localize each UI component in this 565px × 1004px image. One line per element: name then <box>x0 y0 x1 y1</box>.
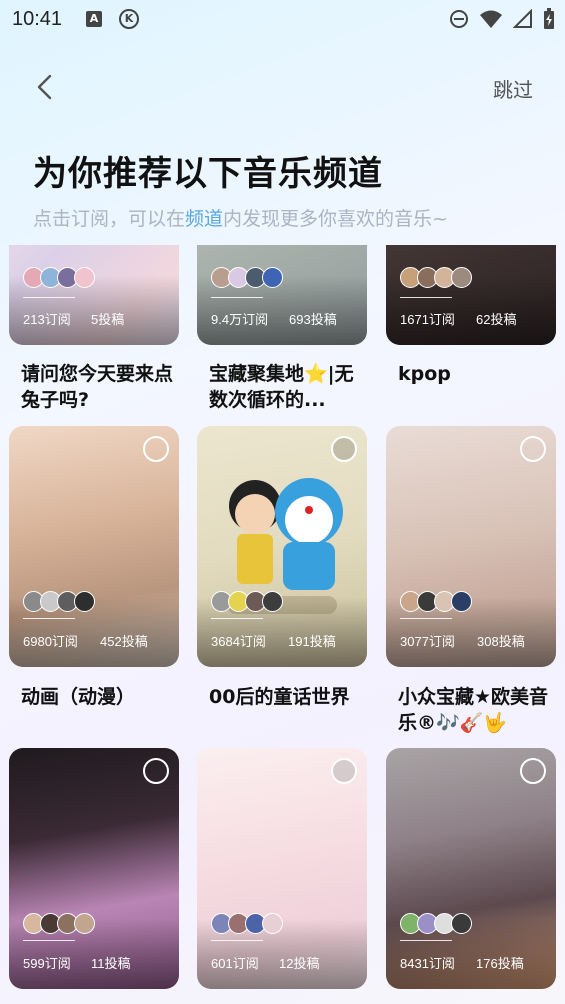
do-not-disturb-icon <box>450 10 468 28</box>
subscriber-count: 9.4万订阅 <box>211 312 269 327</box>
post-count: 11投稿 <box>91 956 131 971</box>
channel-name: 00后的童话世界 <box>209 686 350 708</box>
divider <box>23 618 75 619</box>
subscriber-count: 213订阅 <box>23 312 71 327</box>
back-button[interactable] <box>30 70 60 104</box>
avatar <box>262 267 283 288</box>
subscriber-count: 3077订阅 <box>400 634 455 649</box>
divider <box>23 940 75 941</box>
post-count: 176投稿 <box>476 956 524 971</box>
channel-name: 动画（动漫） <box>21 686 136 708</box>
channel-name: 请问您今天要来点兔子吗? <box>21 363 174 411</box>
channel-name: 宝藏聚集地⭐|无数次循环的... <box>209 363 354 411</box>
divider <box>400 940 452 941</box>
page-subtitle: 点击订阅，可以在频道内发现更多你喜欢的音乐~ <box>33 204 448 231</box>
avatar <box>262 591 283 612</box>
select-checkbox[interactable] <box>143 436 169 462</box>
channel-link[interactable]: 频道 <box>185 208 223 230</box>
channel-cover-image: 9.4万订阅 693投稿 <box>197 245 367 345</box>
divider <box>211 297 263 298</box>
subscriber-avatars <box>400 267 472 288</box>
subscriber-count: 8431订阅 <box>400 956 455 971</box>
post-count: 5投稿 <box>91 312 125 327</box>
signal-icon <box>513 9 532 28</box>
subscriber-avatars <box>211 591 283 612</box>
divider <box>23 297 75 298</box>
wifi-icon <box>480 10 502 28</box>
status-bar: 10:41 A K <box>0 0 565 38</box>
avatar <box>262 913 283 934</box>
subscriber-avatars <box>400 913 472 934</box>
channel-cover-image: 3077订阅 308投稿 <box>386 426 556 667</box>
post-count: 12投稿 <box>279 956 320 971</box>
select-checkbox[interactable] <box>143 758 169 784</box>
select-checkbox[interactable] <box>331 436 357 462</box>
divider <box>400 618 452 619</box>
post-count: 452投稿 <box>100 634 148 649</box>
subscriber-count: 599订阅 <box>23 956 71 971</box>
select-checkbox[interactable] <box>331 758 357 784</box>
channel-cover-image: 8431订阅 176投稿 <box>386 748 556 989</box>
avatar <box>451 913 472 934</box>
subtitle-text-pre: 点击订阅，可以在 <box>33 208 186 230</box>
channel-name: 小众宝藏★欧美音乐®🎶🎸🤟 <box>398 686 549 734</box>
divider <box>211 940 263 941</box>
subscriber-count: 6980订阅 <box>23 634 78 649</box>
page-title: 为你推荐以下音乐频道 <box>33 154 383 194</box>
k-notification-icon: K <box>119 9 139 29</box>
battery-icon <box>544 8 554 29</box>
subscriber-count: 3684订阅 <box>211 634 266 649</box>
subscriber-count: 1671订阅 <box>400 312 455 327</box>
subscriber-avatars <box>23 267 95 288</box>
channel-cover-image: 213订阅 5投稿 <box>9 245 179 345</box>
divider <box>400 297 452 298</box>
select-checkbox[interactable] <box>520 436 546 462</box>
status-icons <box>449 8 555 30</box>
subtitle-text-post: 内发现更多你喜欢的音乐~ <box>223 208 448 230</box>
subscriber-count: 601订阅 <box>211 956 259 971</box>
channel-cover-image: 6980订阅 452投稿 <box>9 426 179 667</box>
post-count: 693投稿 <box>289 312 337 327</box>
status-time: 10:41 <box>12 8 63 30</box>
subscriber-avatars <box>211 913 283 934</box>
avatar <box>451 591 472 612</box>
post-count: 62投稿 <box>476 312 517 327</box>
subscriber-avatars <box>23 913 95 934</box>
channel-cover-image: 601订阅 12投稿 <box>197 748 367 989</box>
post-count: 191投稿 <box>288 634 336 649</box>
subscriber-avatars <box>23 591 95 612</box>
channel-cover-image: 1671订阅 62投稿 <box>386 245 556 345</box>
chevron-left-icon <box>37 74 52 100</box>
select-checkbox[interactable] <box>520 758 546 784</box>
subscriber-avatars <box>400 591 472 612</box>
channel-grid[interactable]: 213订阅 5投稿 请问您今天要来点兔子吗? 9.4万订阅 693投稿 宝藏聚集… <box>0 245 565 1004</box>
post-count: 308投稿 <box>477 634 525 649</box>
avatar <box>74 591 95 612</box>
avatar <box>74 913 95 934</box>
channel-cover-image: 599订阅 11投稿 <box>9 748 179 989</box>
a-notification-icon: A <box>86 11 102 27</box>
channel-cover-image: 3684订阅 191投稿 <box>197 426 367 667</box>
divider <box>211 618 263 619</box>
avatar <box>74 267 95 288</box>
avatar <box>451 267 472 288</box>
subscriber-avatars <box>211 267 283 288</box>
channel-name: kpop <box>398 363 451 385</box>
skip-button[interactable]: 跳过 <box>493 74 533 103</box>
